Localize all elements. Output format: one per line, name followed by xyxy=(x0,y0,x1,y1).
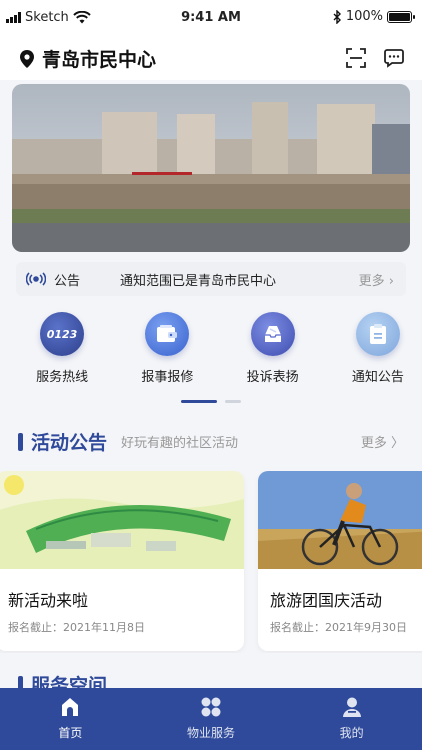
activity-card-date: 报名截止：2021年11月8日 xyxy=(8,621,145,634)
message-button[interactable] xyxy=(382,46,406,70)
quick-action-hotline[interactable]: 0123 服务热线 xyxy=(18,312,106,388)
status-right: 100% xyxy=(333,9,415,24)
clipboard-icon xyxy=(355,312,400,356)
quick-action-label: 投诉表扬 xyxy=(246,370,299,385)
activity-card-title: 旅游团国庆活动 xyxy=(270,591,383,610)
header: 青岛市民中心 xyxy=(0,36,422,80)
quick-actions-pager xyxy=(181,400,241,403)
pager-dot[interactable] xyxy=(225,400,241,403)
activity-section-subtitle: 好玩有趣的社区活动 xyxy=(121,436,239,451)
civic-center-photo xyxy=(12,84,410,252)
quick-action-repair[interactable]: 报事报修 xyxy=(123,312,211,388)
tab-property-service[interactable]: 物业服务 xyxy=(141,688,282,750)
bluetooth-icon xyxy=(333,9,341,24)
battery-percent: 100% xyxy=(345,9,383,24)
chat-icon xyxy=(384,49,404,68)
phone-number-icon: 0123 xyxy=(40,312,85,356)
activity-section-title: 活动公告 xyxy=(31,432,108,454)
activity-card-image xyxy=(0,471,244,569)
home-icon xyxy=(62,698,79,716)
user-icon xyxy=(342,697,361,717)
banner-image[interactable] xyxy=(12,84,410,252)
section-accent-bar xyxy=(18,432,23,451)
wallet-icon xyxy=(145,312,190,356)
activity-card-list: 新活动来啦 报名截止：2021年11月8日 旅游团国庆活动 报名截止：2021年… xyxy=(0,471,422,653)
announcement-more-link[interactable]: 更多 › xyxy=(359,270,406,289)
scan-icon xyxy=(346,48,366,68)
cyclist-photo xyxy=(258,471,422,569)
activity-card-image xyxy=(258,471,422,569)
location-selector[interactable]: 青岛市民中心 xyxy=(20,45,156,72)
announcement-tag-label: 公告 xyxy=(54,273,81,289)
activity-section-header: 活动公告 好玩有趣的社区活动 更多 〉 xyxy=(18,428,404,455)
quick-action-complaint[interactable]: 投诉表扬 xyxy=(229,312,317,388)
broadcast-icon xyxy=(26,272,46,286)
tab-home[interactable]: 首页 xyxy=(0,688,141,750)
quick-actions: 0123 服务热线 报事报修 投诉表扬 通知公告 xyxy=(0,312,422,388)
quick-action-label: 通知公告 xyxy=(351,370,404,385)
activity-more-link[interactable]: 更多 〉 xyxy=(361,432,404,451)
location-label: 青岛市民中心 xyxy=(42,49,157,71)
quick-action-notice[interactable]: 通知公告 xyxy=(334,312,422,388)
header-actions xyxy=(344,46,406,70)
announcement-text: 通知范围已是青岛市民中心 xyxy=(120,273,277,289)
tab-label: 首页 xyxy=(58,726,83,740)
announcement-tag: 公告 xyxy=(16,270,120,289)
tab-label: 物业服务 xyxy=(187,726,236,740)
quick-action-label: 服务热线 xyxy=(36,370,89,385)
battery-icon xyxy=(387,10,415,23)
grid-icon xyxy=(201,697,221,717)
activity-card-date: 报名截止：2021年9月30日 xyxy=(270,621,407,634)
quick-action-label: 报事报修 xyxy=(141,370,194,385)
tab-profile[interactable]: 我的 xyxy=(281,688,422,750)
scan-button[interactable] xyxy=(344,46,368,70)
tab-label: 我的 xyxy=(339,726,364,740)
activity-card[interactable]: 旅游团国庆活动 报名截止：2021年9月30日 xyxy=(258,471,422,651)
bottom-tab-bar: 首页 物业服务 我的 xyxy=(0,688,422,750)
pager-dot-active[interactable] xyxy=(181,400,217,403)
community-illustration xyxy=(0,471,244,569)
announcement-bar[interactable]: 公告 通知范围已是青岛市民中心 更多 › xyxy=(16,262,406,296)
svg-text:0123: 0123 xyxy=(47,328,78,341)
activity-card-title: 新活动来啦 xyxy=(8,591,89,610)
status-bar: Sketch 9:41 AM 100% xyxy=(0,0,422,36)
inbox-icon xyxy=(250,312,295,356)
location-pin-icon xyxy=(20,49,34,68)
activity-card[interactable]: 新活动来啦 报名截止：2021年11月8日 xyxy=(0,471,244,651)
